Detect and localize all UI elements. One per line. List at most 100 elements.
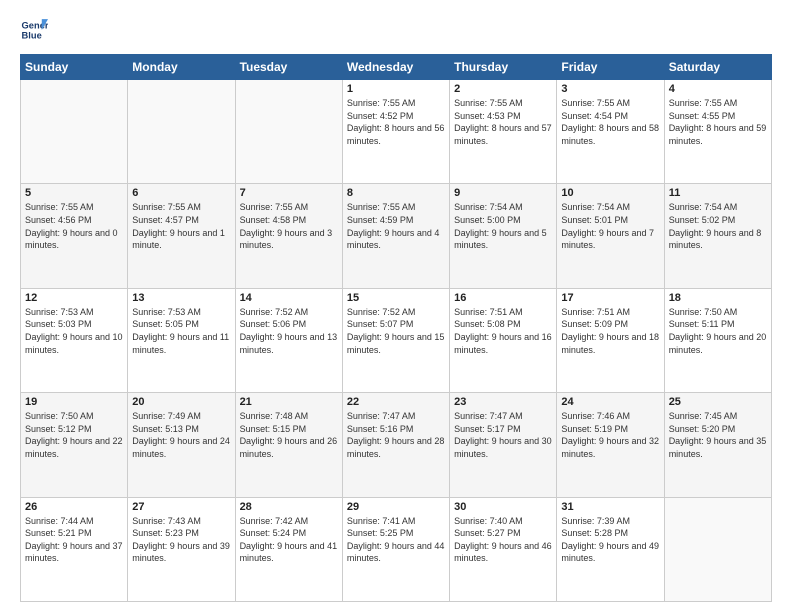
header: General Blue xyxy=(20,16,772,44)
day-number: 30 xyxy=(454,501,552,513)
day-number: 24 xyxy=(561,396,659,408)
day-cell xyxy=(128,80,235,184)
week-row-4: 19 Sunrise: 7:50 AMSunset: 5:12 PMDayligh… xyxy=(21,393,772,497)
day-info: Sunrise: 7:53 AMSunset: 5:03 PMDaylight:… xyxy=(25,306,123,356)
day-cell: 20 Sunrise: 7:49 AMSunset: 5:13 PMDayligh… xyxy=(128,393,235,497)
day-info: Sunrise: 7:55 AMSunset: 4:53 PMDaylight:… xyxy=(454,97,552,147)
day-info: Sunrise: 7:55 AMSunset: 4:52 PMDaylight:… xyxy=(347,97,445,147)
day-cell: 27 Sunrise: 7:43 AMSunset: 5:23 PMDayligh… xyxy=(128,497,235,601)
day-number: 9 xyxy=(454,187,552,199)
day-cell: 23Sunrise: 7:47 AMSunset: 5:17 PMDayligh… xyxy=(450,393,557,497)
day-cell xyxy=(664,497,771,601)
day-number: 28 xyxy=(240,501,338,513)
day-number: 7 xyxy=(240,187,338,199)
logo: General Blue xyxy=(20,16,48,44)
day-cell: 15 Sunrise: 7:52 AMSunset: 5:07 PMDayligh… xyxy=(342,288,449,392)
day-info: Sunrise: 7:55 AMSunset: 4:54 PMDaylight:… xyxy=(561,97,659,147)
day-cell: 29 Sunrise: 7:41 AMSunset: 5:25 PMDayligh… xyxy=(342,497,449,601)
day-cell: 2 Sunrise: 7:55 AMSunset: 4:53 PMDaylight… xyxy=(450,80,557,184)
day-info: Sunrise: 7:52 AMSunset: 5:06 PMDaylight:… xyxy=(240,306,338,356)
day-number: 19 xyxy=(25,396,123,408)
day-info: Sunrise: 7:51 AMSunset: 5:09 PMDaylight:… xyxy=(561,306,659,356)
day-number: 26 xyxy=(25,501,123,513)
day-number: 20 xyxy=(132,396,230,408)
calendar-table: SundayMondayTuesdayWednesdayThursdayFrid… xyxy=(20,54,772,602)
day-cell: 16Sunrise: 7:51 AMSunset: 5:08 PMDayligh… xyxy=(450,288,557,392)
day-cell: 24 Sunrise: 7:46 AMSunset: 5:19 PMDayligh… xyxy=(557,393,664,497)
day-cell: 8 Sunrise: 7:55 AMSunset: 4:59 PMDaylight… xyxy=(342,184,449,288)
day-info: Sunrise: 7:52 AMSunset: 5:07 PMDaylight:… xyxy=(347,306,445,356)
day-cell xyxy=(21,80,128,184)
day-cell xyxy=(235,80,342,184)
day-number: 2 xyxy=(454,83,552,95)
day-number: 12 xyxy=(25,292,123,304)
day-cell: 31Sunrise: 7:39 AMSunset: 5:28 PMDayligh… xyxy=(557,497,664,601)
day-info: Sunrise: 7:55 AMSunset: 4:58 PMDaylight:… xyxy=(240,201,338,251)
day-cell: 25 Sunrise: 7:45 AMSunset: 5:20 PMDayligh… xyxy=(664,393,771,497)
day-info: Sunrise: 7:41 AMSunset: 5:25 PMDaylight:… xyxy=(347,515,445,565)
day-info: Sunrise: 7:39 AMSunset: 5:28 PMDaylight:… xyxy=(561,515,659,565)
day-info: Sunrise: 7:55 AMSunset: 4:57 PMDaylight:… xyxy=(132,201,230,251)
day-number: 8 xyxy=(347,187,445,199)
day-cell: 3 Sunrise: 7:55 AMSunset: 4:54 PMDaylight… xyxy=(557,80,664,184)
day-number: 13 xyxy=(132,292,230,304)
weekday-header-tuesday: Tuesday xyxy=(235,55,342,80)
day-cell: 6 Sunrise: 7:55 AMSunset: 4:57 PMDaylight… xyxy=(128,184,235,288)
week-row-1: 1Sunrise: 7:55 AMSunset: 4:52 PMDaylight… xyxy=(21,80,772,184)
day-info: Sunrise: 7:55 AMSunset: 4:55 PMDaylight:… xyxy=(669,97,767,147)
week-row-3: 12 Sunrise: 7:53 AMSunset: 5:03 PMDayligh… xyxy=(21,288,772,392)
logo-icon: General Blue xyxy=(20,16,48,44)
day-cell: 17Sunrise: 7:51 AMSunset: 5:09 PMDayligh… xyxy=(557,288,664,392)
week-row-5: 26 Sunrise: 7:44 AMSunset: 5:21 PMDayligh… xyxy=(21,497,772,601)
page: General Blue SundayMondayTuesdayWednesda… xyxy=(0,0,792,612)
day-cell: 1Sunrise: 7:55 AMSunset: 4:52 PMDaylight… xyxy=(342,80,449,184)
day-info: Sunrise: 7:54 AMSunset: 5:00 PMDaylight:… xyxy=(454,201,552,251)
day-info: Sunrise: 7:51 AMSunset: 5:08 PMDaylight:… xyxy=(454,306,552,356)
day-number: 3 xyxy=(561,83,659,95)
week-row-2: 5Sunrise: 7:55 AMSunset: 4:56 PMDaylight… xyxy=(21,184,772,288)
day-info: Sunrise: 7:53 AMSunset: 5:05 PMDaylight:… xyxy=(132,306,230,356)
day-info: Sunrise: 7:46 AMSunset: 5:19 PMDaylight:… xyxy=(561,410,659,460)
weekday-header-friday: Friday xyxy=(557,55,664,80)
weekday-header-sunday: Sunday xyxy=(21,55,128,80)
weekday-header-thursday: Thursday xyxy=(450,55,557,80)
weekday-header-wednesday: Wednesday xyxy=(342,55,449,80)
day-info: Sunrise: 7:43 AMSunset: 5:23 PMDaylight:… xyxy=(132,515,230,565)
day-cell: 19 Sunrise: 7:50 AMSunset: 5:12 PMDayligh… xyxy=(21,393,128,497)
day-cell: 12 Sunrise: 7:53 AMSunset: 5:03 PMDayligh… xyxy=(21,288,128,392)
day-info: Sunrise: 7:54 AMSunset: 5:02 PMDaylight:… xyxy=(669,201,767,251)
day-info: Sunrise: 7:47 AMSunset: 5:16 PMDaylight:… xyxy=(347,410,445,460)
day-number: 25 xyxy=(669,396,767,408)
day-number: 11 xyxy=(669,187,767,199)
day-cell: 7 Sunrise: 7:55 AMSunset: 4:58 PMDaylight… xyxy=(235,184,342,288)
day-cell: 18Sunrise: 7:50 AMSunset: 5:11 PMDayligh… xyxy=(664,288,771,392)
day-number: 22 xyxy=(347,396,445,408)
day-number: 27 xyxy=(132,501,230,513)
day-number: 10 xyxy=(561,187,659,199)
weekday-header-saturday: Saturday xyxy=(664,55,771,80)
day-cell: 14Sunrise: 7:52 AMSunset: 5:06 PMDayligh… xyxy=(235,288,342,392)
day-info: Sunrise: 7:55 AMSunset: 4:59 PMDaylight:… xyxy=(347,201,445,251)
day-info: Sunrise: 7:48 AMSunset: 5:15 PMDaylight:… xyxy=(240,410,338,460)
day-info: Sunrise: 7:50 AMSunset: 5:11 PMDaylight:… xyxy=(669,306,767,356)
day-cell: 5Sunrise: 7:55 AMSunset: 4:56 PMDaylight… xyxy=(21,184,128,288)
day-number: 21 xyxy=(240,396,338,408)
day-cell: 13 Sunrise: 7:53 AMSunset: 5:05 PMDayligh… xyxy=(128,288,235,392)
day-number: 6 xyxy=(132,187,230,199)
weekday-header-monday: Monday xyxy=(128,55,235,80)
day-info: Sunrise: 7:42 AMSunset: 5:24 PMDaylight:… xyxy=(240,515,338,565)
day-info: Sunrise: 7:45 AMSunset: 5:20 PMDaylight:… xyxy=(669,410,767,460)
day-cell: 4Sunrise: 7:55 AMSunset: 4:55 PMDaylight… xyxy=(664,80,771,184)
day-number: 29 xyxy=(347,501,445,513)
day-cell: 10Sunrise: 7:54 AMSunset: 5:01 PMDayligh… xyxy=(557,184,664,288)
day-cell: 22 Sunrise: 7:47 AMSunset: 5:16 PMDayligh… xyxy=(342,393,449,497)
day-info: Sunrise: 7:49 AMSunset: 5:13 PMDaylight:… xyxy=(132,410,230,460)
weekday-header-row: SundayMondayTuesdayWednesdayThursdayFrid… xyxy=(21,55,772,80)
day-info: Sunrise: 7:55 AMSunset: 4:56 PMDaylight:… xyxy=(25,201,123,251)
day-number: 15 xyxy=(347,292,445,304)
day-info: Sunrise: 7:40 AMSunset: 5:27 PMDaylight:… xyxy=(454,515,552,565)
svg-text:Blue: Blue xyxy=(22,31,42,41)
day-cell: 21 Sunrise: 7:48 AMSunset: 5:15 PMDayligh… xyxy=(235,393,342,497)
day-info: Sunrise: 7:50 AMSunset: 5:12 PMDaylight:… xyxy=(25,410,123,460)
day-info: Sunrise: 7:44 AMSunset: 5:21 PMDaylight:… xyxy=(25,515,123,565)
